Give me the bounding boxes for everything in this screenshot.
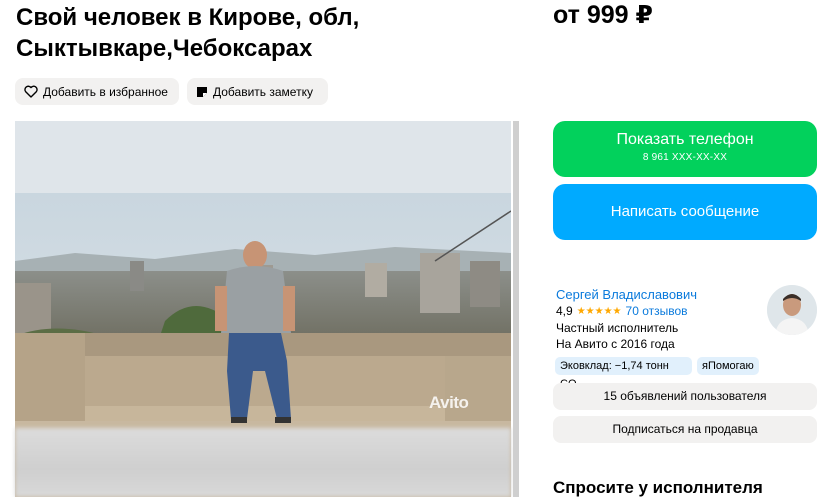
seller-type: Частный исполнитель — [556, 321, 679, 335]
add-note-button[interactable]: Добавить заметку — [187, 78, 328, 105]
star-icon: ★★★★★ — [576, 305, 622, 317]
write-message-button[interactable]: Написать сообщение — [553, 184, 817, 240]
subscribe-seller-button[interactable]: Подписаться на продавца — [553, 416, 817, 443]
add-note-label: Добавить заметку — [213, 84, 313, 99]
photo-scrollbar[interactable] — [513, 121, 519, 497]
reviews-link[interactable]: 70 отзывов — [626, 304, 688, 318]
eco-badge[interactable]: Эковклад: −1,74 тонн CO₂ — [555, 357, 692, 390]
rating-value: 4,9 — [556, 304, 573, 318]
masked-phone-number: 8 961 XXX-XX-XX — [642, 152, 728, 163]
heart-icon — [24, 85, 38, 98]
seller-avatar[interactable] — [767, 285, 817, 335]
listing-title-line-1: Свой человек в Кирове, обл, — [16, 4, 360, 31]
listing-title: Свой человек в Кирове, обл, Сыктывкаре,Ч… — [16, 2, 486, 64]
seller-since: На Авито с 2016 года — [556, 337, 675, 351]
add-to-favorites-button[interactable]: Добавить в избранное — [15, 78, 179, 105]
show-phone-label: Показать телефон — [616, 131, 754, 148]
seller-name-link[interactable]: Сергей Владиславович — [556, 287, 697, 302]
help-badge[interactable]: яПомогаю — [697, 357, 759, 375]
note-icon — [196, 86, 208, 98]
photo-blurred-area — [15, 428, 511, 497]
seller-listings-button[interactable]: 15 объявлений пользователя — [553, 383, 817, 410]
seller-rating: 4,9 ★★★★★ 70 отзывов — [556, 304, 688, 318]
listing-price: от 999 ₽ — [553, 1, 653, 29]
show-phone-button[interactable]: Показать телефон 8 961 XXX-XX-XX — [553, 121, 817, 177]
listing-title-line-2: Сыктывкаре,Чебоксарах — [16, 35, 313, 62]
ask-seller-heading: Спросите у исполнителя — [553, 478, 763, 497]
avito-watermark: Avito — [429, 393, 469, 412]
add-to-favorites-label: Добавить в избранное — [43, 84, 168, 99]
